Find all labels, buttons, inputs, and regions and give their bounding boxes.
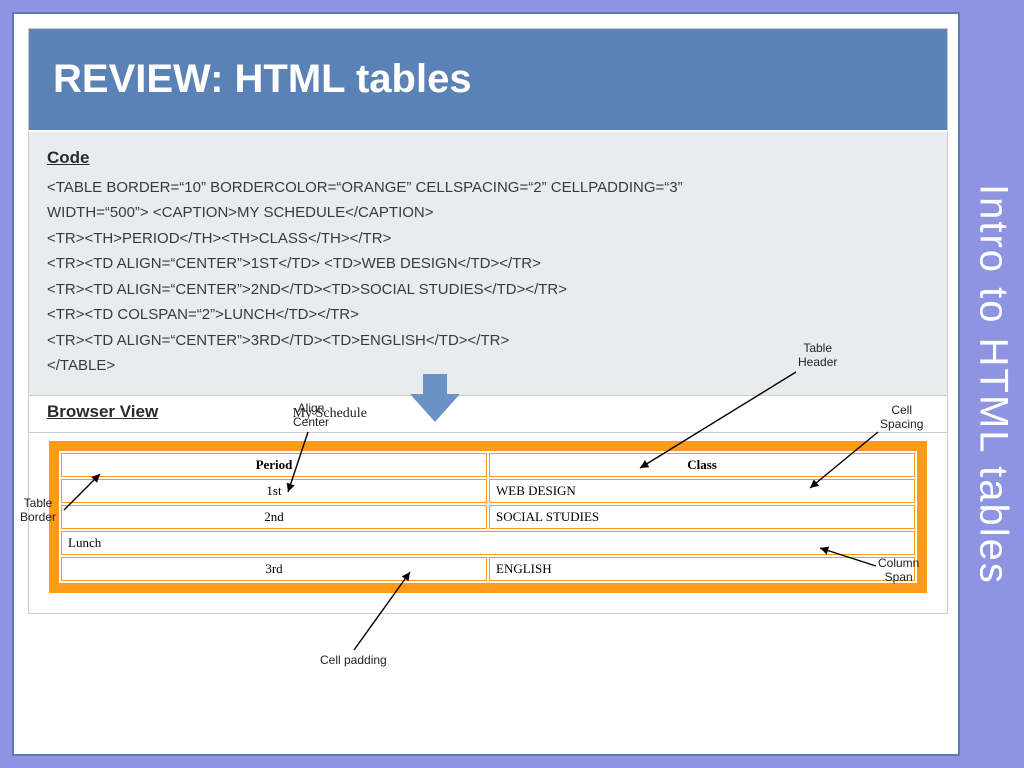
demo-table: Period Class 1st WEB DESIGN 2nd SOCIAL S… xyxy=(49,441,927,593)
td-period: 2nd xyxy=(61,505,487,529)
th-period: Period xyxy=(61,453,487,477)
code-line: <TR><TD ALIGN=“CENTER”>3RD</TD><TD>ENGLI… xyxy=(47,328,929,354)
code-line: WIDTH=“500”> <CAPTION>MY SCHEDULE</CAPTI… xyxy=(47,200,929,226)
sidebar-title-text: Intro to HTML tables xyxy=(971,184,1016,585)
td-period: 1st xyxy=(61,479,487,503)
table-row: 3rd ENGLISH xyxy=(61,557,915,581)
table-row: 2nd SOCIAL STUDIES xyxy=(61,505,915,529)
td-class: WEB DESIGN xyxy=(489,479,915,503)
down-arrow-icon xyxy=(410,374,460,426)
table-row: Lunch xyxy=(61,531,915,555)
td-class: SOCIAL STUDIES xyxy=(489,505,915,529)
code-line: </TABLE> xyxy=(47,353,929,379)
rendered-table-area: Period Class 1st WEB DESIGN 2nd SOCIAL S… xyxy=(28,433,948,614)
code-label: Code xyxy=(47,144,929,173)
annot-column-span: Column Span xyxy=(878,557,919,585)
browser-view-label: Browser View xyxy=(47,402,158,422)
annot-cell-spacing: Cell Spacing xyxy=(880,404,923,432)
td-lunch: Lunch xyxy=(61,531,915,555)
slide-title: REVIEW: HTML tables xyxy=(28,28,948,132)
annot-table-header: Table Header xyxy=(798,342,837,370)
code-line: <TR><TD ALIGN=“CENTER”>1ST</TD> <TD>WEB … xyxy=(47,251,929,277)
td-class: ENGLISH xyxy=(489,557,915,581)
annot-cell-padding: Cell padding xyxy=(320,654,387,668)
table-row: Period Class xyxy=(61,453,915,477)
code-line: <TR><TD COLSPAN=“2”>LUNCH</TD></TR> xyxy=(47,302,929,328)
annot-table-border: Table Border xyxy=(20,497,56,525)
annot-align-center: Align Center xyxy=(293,402,329,430)
code-line: <TR><TH>PERIOD</TH><TH>CLASS</TH></TR> xyxy=(47,226,929,252)
slide-content: REVIEW: HTML tables Code <TABLE BORDER=“… xyxy=(28,28,948,740)
sidebar-title: Intro to HTML tables xyxy=(962,0,1024,768)
td-period: 3rd xyxy=(61,557,487,581)
code-line: <TABLE BORDER=“10” BORDERCOLOR=“ORANGE” … xyxy=(47,175,929,201)
code-line: <TR><TD ALIGN=“CENTER”>2ND</TD><TD>SOCIA… xyxy=(47,277,929,303)
table-row: 1st WEB DESIGN xyxy=(61,479,915,503)
browser-header-row: Browser View My Schedule xyxy=(28,396,948,433)
th-class: Class xyxy=(489,453,915,477)
